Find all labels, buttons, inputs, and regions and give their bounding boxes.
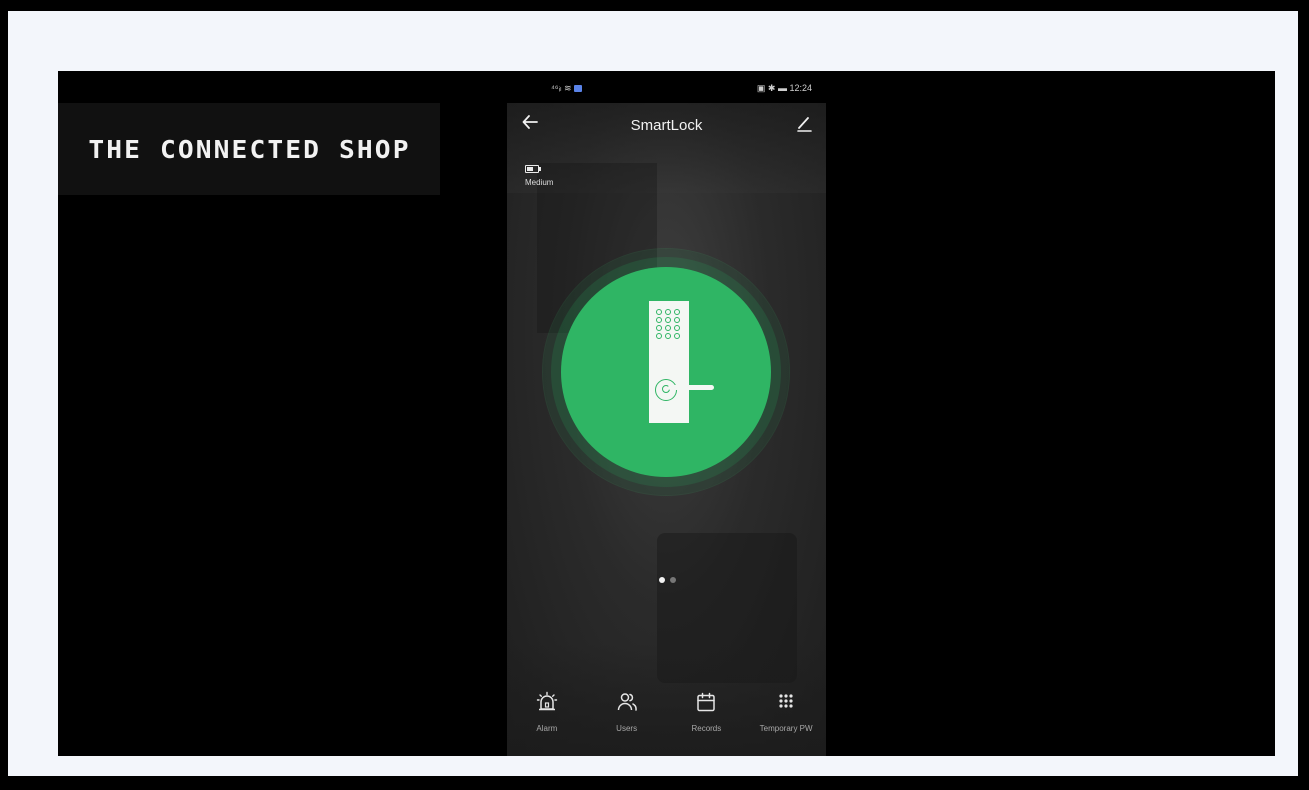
users-icon: [617, 693, 637, 711]
unlock-button[interactable]: [561, 267, 771, 477]
page-indicator: [655, 577, 679, 585]
video-content: THE CONNECTED SHOP ⁴⁶ᵢₗ ≋ ▣ ✱ ▬ 12:24 Sm…: [58, 71, 1275, 756]
door-lock-icon: [649, 301, 689, 423]
video-frame: THE CONNECTED SHOP ⁴⁶ᵢₗ ≋ ▣ ✱ ▬ 12:24 Sm…: [8, 11, 1298, 776]
channel-logo: THE CONNECTED SHOP: [58, 103, 440, 195]
edit-button[interactable]: [794, 113, 816, 135]
status-right: ▣ ✱ ▬ 12:24: [756, 83, 812, 93]
nav-alarm-label: Alarm: [536, 724, 558, 733]
lock-cylinder: [655, 379, 677, 401]
alarm-siren-icon: [536, 691, 558, 711]
nav-temporary-pw[interactable]: Temporary PW: [746, 691, 826, 756]
calendar-icon: [697, 692, 716, 712]
phone-status-bar: ⁴⁶ᵢₗ ≋ ▣ ✱ ▬ 12:24: [507, 71, 826, 103]
nav-users[interactable]: Users: [587, 691, 667, 756]
page-title: SmartLock: [630, 117, 703, 134]
keypad-dots: [656, 309, 680, 339]
nav-records-label: Records: [691, 724, 722, 733]
lock-lever: [668, 385, 714, 390]
signal-wifi-icons: ⁴⁶ᵢₗ ≋: [551, 83, 582, 94]
bottom-nav: Alarm Users Records Temporary PW: [507, 691, 826, 756]
page-dot-1[interactable]: [658, 577, 665, 583]
logo-text: THE CONNECTED SHOP: [87, 134, 411, 164]
sim-icon: [573, 85, 582, 93]
app-header: SmartLock: [507, 103, 826, 151]
battery-icon: [525, 165, 541, 173]
page-dot-2[interactable]: [669, 577, 676, 583]
screen-background: THE CONNECTED SHOP ⁴⁶ᵢₗ ≋ ▣ ✱ ▬ 12:24 Sm…: [0, 0, 1309, 790]
nav-temporary-pw-label: Temporary PW: [759, 724, 813, 733]
keypad-icon: [779, 694, 793, 708]
nav-users-label: Users: [616, 724, 638, 733]
nav-alarm[interactable]: Alarm: [507, 691, 587, 756]
nav-records[interactable]: Records: [667, 691, 747, 756]
pencil-icon: [797, 117, 812, 132]
battery-label: Medium: [525, 178, 554, 187]
battery-status: Medium: [525, 165, 565, 187]
phone-screen: SmartLock Medium Alarm Users Records Tem…: [507, 103, 826, 756]
